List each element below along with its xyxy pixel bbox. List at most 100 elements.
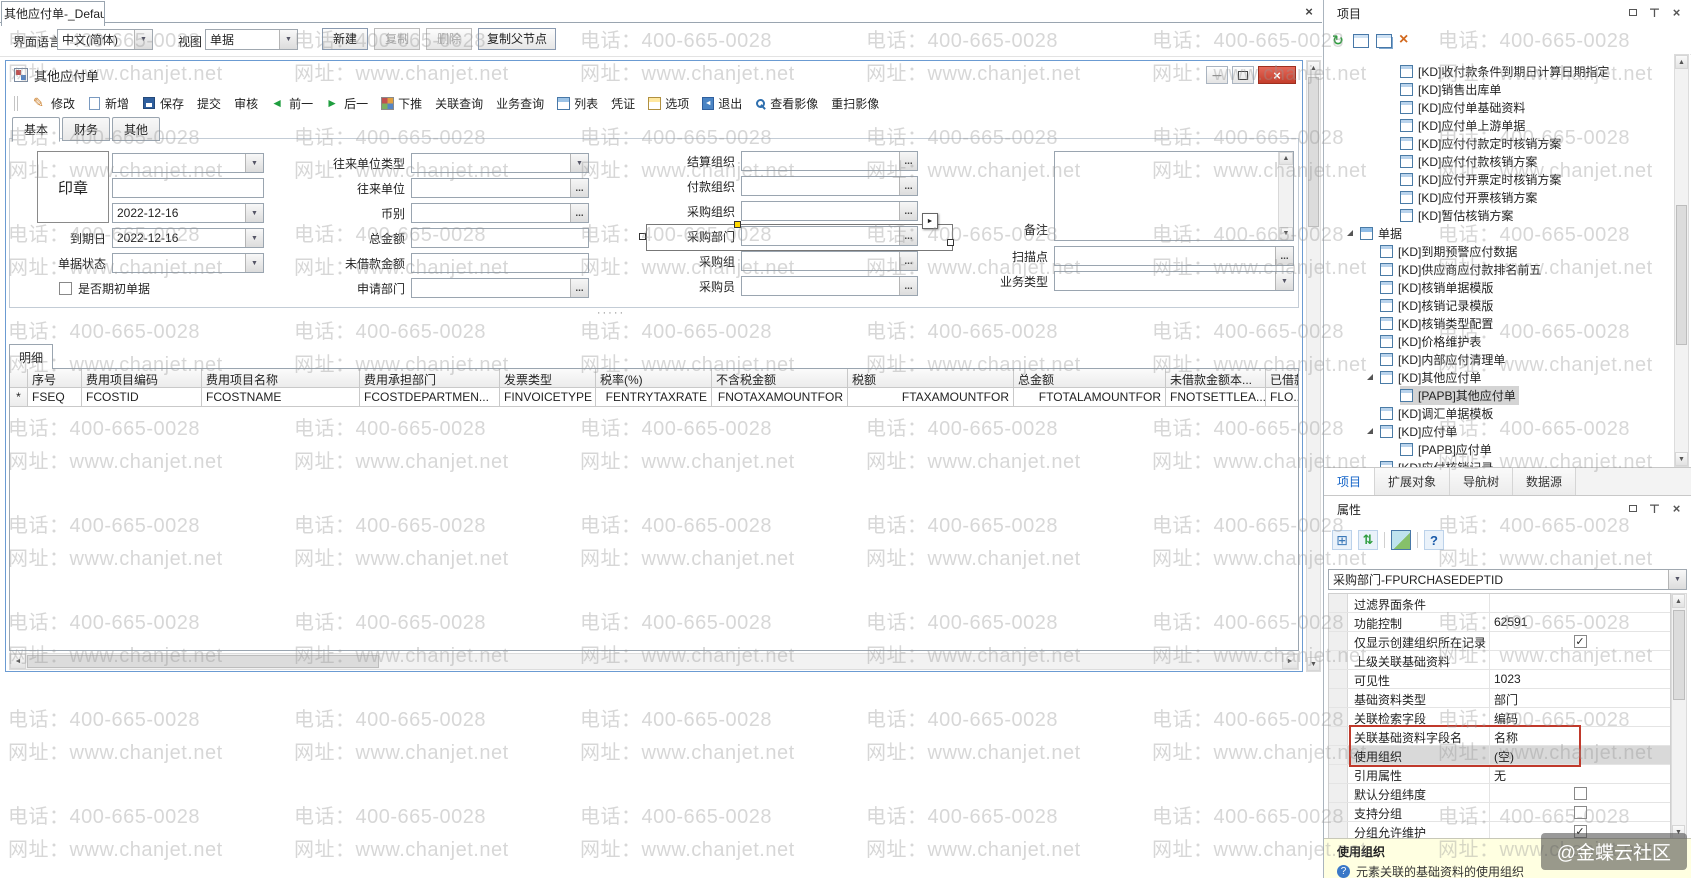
chevron-down-icon[interactable] [1668,570,1686,589]
grid-field-cell[interactable]: FTAXAMOUNTFOR [848,388,1014,407]
lookup-ellipsis-icon[interactable] [899,277,917,295]
toolbar-item-page[interactable]: 新增 [88,95,129,112]
purchase-org-field[interactable] [741,201,918,221]
help-icon[interactable] [1424,530,1444,550]
tree-item[interactable]: [KD]应付付款定时核销方案 [1324,134,1690,152]
tree-expander-icon[interactable] [1367,374,1373,380]
lookup-ellipsis-icon[interactable] [570,279,588,297]
tree-item[interactable]: [KD]应付开票定时核销方案 [1324,170,1690,188]
tree-item[interactable]: [KD]应付单 [1324,422,1690,440]
close-button[interactable] [1258,66,1296,84]
scroll-up-icon[interactable]: ▲ [1307,61,1320,75]
close-icon[interactable] [1670,502,1683,515]
scroll-down-icon[interactable]: ▼ [1307,657,1320,671]
grid-field-cell[interactable]: FNOTAXAMOUNTFOR [712,388,848,407]
grid-column-header[interactable]: 未借款金额本... [1166,369,1266,388]
settle-org-field[interactable] [741,151,918,171]
property-row[interactable]: 功能控制62591 [1329,613,1670,632]
tree-item[interactable]: [KD]核销单据模版 [1324,278,1690,296]
tabstrip-close-icon[interactable] [1301,3,1317,19]
splitter-handle[interactable]: ····· [576,307,646,319]
lookup-ellipsis-icon[interactable] [899,152,917,170]
lookup-ellipsis-icon[interactable] [899,227,917,245]
image-editor-icon[interactable] [1391,530,1411,550]
scrollbar-thumb[interactable] [1676,205,1687,345]
tree-item[interactable]: [KD]应付单基础资料 [1324,98,1690,116]
tab-detail[interactable]: 明细 [9,344,53,369]
toolbar-item-15[interactable]: 重扫影像 [831,95,879,112]
grid-field-cell[interactable]: FNOTSETTLEA... [1166,388,1266,407]
grid-field-cell[interactable]: FCOSTNAME [202,388,360,407]
toolbar-item-list[interactable]: 列表 [557,95,598,112]
toolbar-item-3[interactable]: 提交 [197,95,221,112]
tree-item[interactable]: 单据 [1324,224,1690,242]
chevron-down-icon[interactable] [245,204,263,222]
toolbar-item-options[interactable]: 选项 [648,95,689,112]
dock-tab-2[interactable]: 导航树 [1450,468,1513,495]
chevron-down-icon[interactable] [570,154,588,172]
total-amount-field[interactable] [411,228,589,248]
partner-field[interactable] [411,178,589,198]
tree-item[interactable]: [KD]核销记录模版 [1324,296,1690,314]
toolbar-item-prev[interactable]: 前一 [271,95,313,112]
grid-column-header[interactable]: 已借款金额本... [1266,369,1299,388]
tree-expander-icon[interactable] [1367,428,1373,434]
partner-type-field[interactable] [411,153,589,173]
property-row[interactable]: 支持分组 [1329,803,1670,822]
categorized-view-icon[interactable] [1332,530,1352,550]
remark-textarea[interactable]: ▲ ▼ [1054,151,1294,241]
grid-column-header[interactable]: 费用项目编码 [82,369,202,388]
chevron-down-icon[interactable] [245,229,263,247]
scroll-right-icon[interactable]: ► [1282,654,1298,669]
tree-item[interactable]: [KD]其他应付单 [1324,368,1690,386]
selection-handle-anchor[interactable] [734,221,741,228]
unloaned-amount-field[interactable] [411,253,589,273]
property-row[interactable]: 默认分组纬度 [1329,784,1670,803]
memo-scrollbar[interactable]: ▲ ▼ [1278,152,1293,240]
toolbar-item-next[interactable]: 后一 [326,95,368,112]
scrollbar-thumb[interactable] [27,655,379,668]
grid-column-header[interactable]: 发票类型 [500,369,596,388]
purchase-group-field[interactable] [741,251,918,271]
sort-alphabetical-icon[interactable] [1358,530,1378,550]
currency-field[interactable] [411,203,589,223]
bill-status-field[interactable] [112,253,264,273]
checkbox-off[interactable] [1574,806,1587,819]
selection-handle-left[interactable] [639,233,646,240]
grid-column-header[interactable]: 费用承担部门 [360,369,500,388]
tree-item[interactable]: [KD]应付核销记录 [1324,458,1690,467]
pin-icon[interactable] [1648,502,1661,515]
property-row[interactable]: 基础资料类型部门 [1329,689,1670,708]
tree-item[interactable]: [PAPB]其他应付单 [1324,386,1690,404]
combo-field[interactable] [112,153,264,173]
restore-icon[interactable] [1626,502,1639,515]
property-row[interactable]: 关联基础资料字段名名称 [1329,727,1670,746]
chevron-down-icon[interactable] [134,30,152,49]
grid-field-cell[interactable]: FINVOICETYPE [500,388,596,407]
business-type-field[interactable] [1054,271,1294,291]
toolbar-item-lens[interactable]: 查看影像 [755,95,818,112]
toolbar-item-pencil[interactable]: 修改 [33,95,75,112]
chevron-down-icon[interactable] [1275,272,1293,290]
scroll-up-icon[interactable]: ▲ [1675,55,1688,69]
due-date-field[interactable]: 2022-12-16 [112,228,264,248]
dock-tab-1[interactable]: 扩展对象 [1375,468,1450,495]
toolbar-item-8[interactable]: 关联查询 [435,95,483,112]
tree-item[interactable]: [KD]价格维护表 [1324,332,1690,350]
close-icon[interactable] [1670,6,1683,19]
tab-finance[interactable]: 财务 [62,117,110,141]
tree-item[interactable]: [PAPB]应付单 [1324,440,1690,458]
horizontal-scrollbar[interactable]: ◄ ► [9,653,1299,670]
grid-column-header[interactable]: 序号 [28,369,82,388]
scan-point-field[interactable] [1054,246,1294,266]
initial-bill-checkbox[interactable] [59,282,72,295]
text-field[interactable] [112,178,264,198]
document-tab[interactable]: 其他应付单-_Default [1,1,105,26]
tree-item[interactable]: [KD]到期预警应付数据 [1324,242,1690,260]
grid-column-header[interactable]: 税额 [848,369,1014,388]
form-window-titlebar[interactable]: 其他应付单 [6,61,1302,89]
scroll-up-icon[interactable]: ▲ [1279,152,1293,165]
window-icon[interactable] [1353,34,1369,48]
grid-column-header[interactable] [10,369,28,388]
grid-column-header[interactable]: 费用项目名称 [202,369,360,388]
